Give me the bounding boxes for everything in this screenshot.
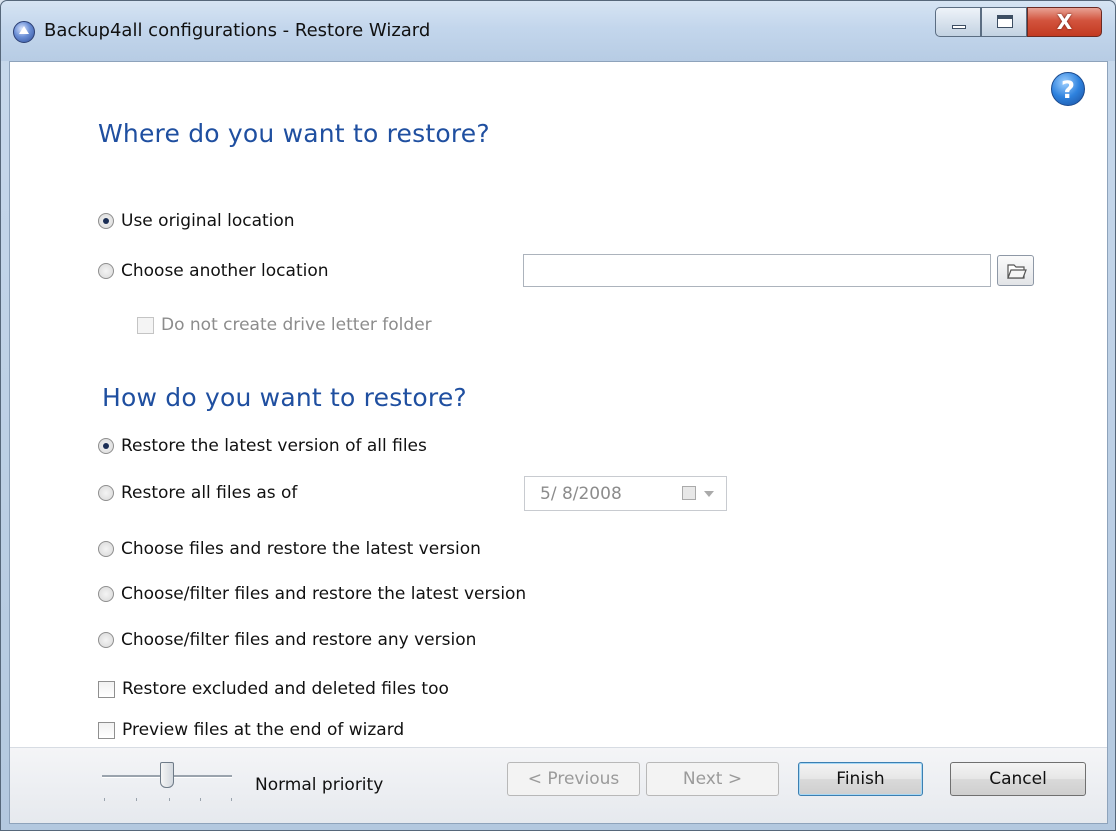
no-drive-letter-folder-checkbox[interactable]: Do not create drive letter folder xyxy=(137,315,432,335)
radio-label: Use original location xyxy=(121,211,295,231)
radio-indicator xyxy=(98,586,114,602)
checkbox-indicator xyxy=(98,680,115,698)
checkbox-label: Do not create drive letter folder xyxy=(161,315,432,335)
folder-icon xyxy=(1007,264,1027,279)
radio-label: Restore the latest version of all files xyxy=(121,436,427,456)
choose-filter-any-version-radio[interactable]: Choose/filter files and restore any vers… xyxy=(98,630,476,650)
caption-buttons: X xyxy=(935,7,1102,41)
minimize-icon xyxy=(952,25,966,29)
previous-button[interactable]: < Previous xyxy=(507,762,640,796)
restore-date-picker[interactable]: 5/ 8/2008 xyxy=(524,476,727,511)
title-bar: Backup4all configurations - Restore Wiza… xyxy=(1,1,1115,61)
use-original-location-radio[interactable]: Use original location xyxy=(98,211,295,231)
radio-label: Choose files and restore the latest vers… xyxy=(121,539,481,559)
wizard-footer: Normal priority < Previous Next > Finish… xyxy=(10,747,1107,823)
radio-indicator xyxy=(98,485,114,501)
radio-indicator xyxy=(98,263,114,279)
restore-excluded-checkbox[interactable]: Restore excluded and deleted files too xyxy=(98,679,449,699)
slider-tick xyxy=(200,798,201,801)
where-heading: Where do you want to restore? xyxy=(98,119,490,148)
radio-label: Choose/filter files and restore any vers… xyxy=(121,630,477,650)
checkbox-indicator xyxy=(98,721,115,739)
close-icon: X xyxy=(1056,10,1073,34)
app-icon xyxy=(13,21,35,43)
location-path-input[interactable] xyxy=(523,254,991,287)
checkbox-label: Preview files at the end of wizard xyxy=(122,720,405,740)
close-button[interactable]: X xyxy=(1027,7,1102,37)
calendar-icon xyxy=(682,486,696,500)
window-title: Backup4all configurations - Restore Wiza… xyxy=(44,20,431,41)
how-heading: How do you want to restore? xyxy=(102,383,467,412)
minimize-button[interactable] xyxy=(935,7,981,37)
restore-wizard-window: Backup4all configurations - Restore Wiza… xyxy=(0,0,1116,831)
wizard-page: ? Where do you want to restore? Use orig… xyxy=(9,61,1108,824)
radio-indicator xyxy=(98,213,114,229)
checkbox-label: Restore excluded and deleted files too xyxy=(122,679,449,699)
checkbox-indicator xyxy=(137,316,154,334)
choose-files-latest-radio[interactable]: Choose files and restore the latest vers… xyxy=(98,539,481,559)
slider-tick xyxy=(104,798,105,801)
priority-label: Normal priority xyxy=(255,775,384,795)
choose-filter-latest-radio[interactable]: Choose/filter files and restore the late… xyxy=(98,584,526,604)
cancel-button[interactable]: Cancel xyxy=(950,762,1086,796)
dropdown-arrow-icon xyxy=(704,491,714,497)
radio-label: Choose another location xyxy=(121,261,329,281)
choose-another-location-radio[interactable]: Choose another location xyxy=(98,261,329,281)
preview-files-checkbox[interactable]: Preview files at the end of wizard xyxy=(98,720,404,740)
slider-tick xyxy=(231,798,232,801)
browse-folder-button[interactable] xyxy=(997,255,1034,286)
slider-tick xyxy=(136,798,137,801)
radio-indicator xyxy=(98,541,114,557)
help-icon[interactable]: ? xyxy=(1051,72,1085,106)
radio-indicator xyxy=(98,632,114,648)
restore-all-as-of-radio[interactable]: Restore all files as of xyxy=(98,483,297,503)
slider-tick xyxy=(169,798,170,801)
priority-slider-thumb[interactable] xyxy=(160,762,174,788)
radio-indicator xyxy=(98,438,114,454)
maximize-icon xyxy=(997,15,1013,28)
date-value: 5/ 8/2008 xyxy=(540,483,622,504)
restore-latest-all-radio[interactable]: Restore the latest version of all files xyxy=(98,436,427,456)
radio-label: Choose/filter files and restore the late… xyxy=(121,584,527,604)
radio-label: Restore all files as of xyxy=(121,483,298,503)
maximize-button[interactable] xyxy=(981,7,1027,37)
next-button[interactable]: Next > xyxy=(646,762,779,796)
finish-button[interactable]: Finish xyxy=(798,762,923,796)
